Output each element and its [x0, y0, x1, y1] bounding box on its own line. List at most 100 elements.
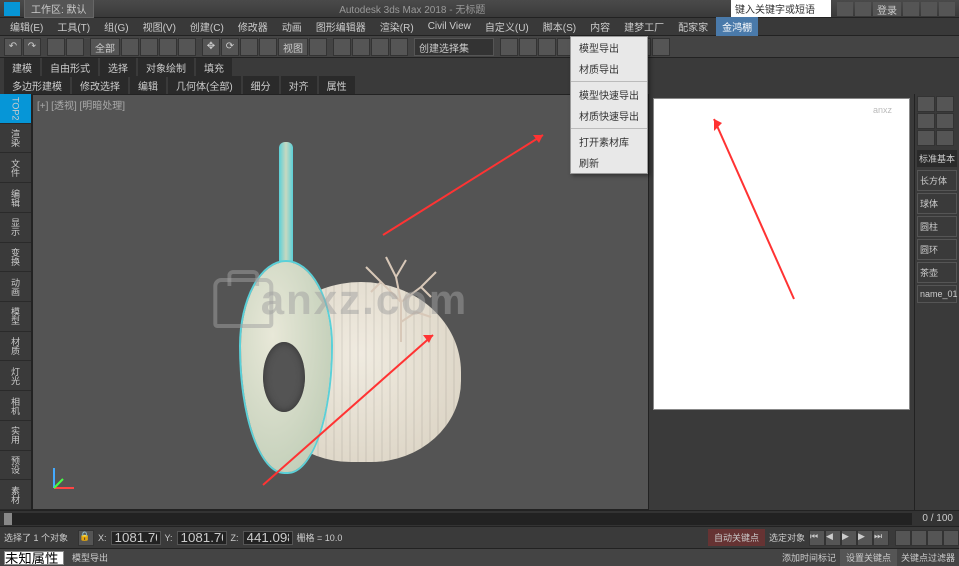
- motion-tab-icon[interactable]: [936, 113, 954, 129]
- sidebar-asset[interactable]: 素材: [0, 480, 31, 510]
- menu-civil-view[interactable]: Civil View: [422, 19, 477, 34]
- ribbon-tab-populate[interactable]: 填充: [196, 58, 232, 77]
- sidebar-camera[interactable]: 相机: [0, 391, 31, 421]
- nav-orbit-button[interactable]: [911, 530, 927, 546]
- menu-modifiers[interactable]: 修改器: [232, 17, 274, 36]
- create-tab-icon[interactable]: [917, 96, 935, 112]
- y-input[interactable]: [177, 531, 227, 545]
- ribbon-sub-geometry[interactable]: 几何体(全部): [168, 76, 241, 95]
- unlink-button[interactable]: [66, 38, 84, 56]
- menu-group[interactable]: 组(G): [98, 17, 134, 36]
- link-button[interactable]: [47, 38, 65, 56]
- play-prev-button[interactable]: ◀: [825, 530, 841, 546]
- rotate-button[interactable]: ⟳: [221, 38, 239, 56]
- menu-edit[interactable]: 编辑(E): [4, 17, 49, 36]
- nav-pan-button[interactable]: [895, 530, 911, 546]
- ref-coord-dropdown[interactable]: 视图: [278, 38, 308, 56]
- hierarchy-tab-icon[interactable]: [917, 113, 935, 129]
- maxscript-input[interactable]: [4, 551, 64, 565]
- play-first-button[interactable]: ⏮: [809, 530, 825, 546]
- play-next-button[interactable]: ▶: [857, 530, 873, 546]
- angle-snap-button[interactable]: [352, 38, 370, 56]
- layers-button[interactable]: [538, 38, 556, 56]
- set-key-button[interactable]: 设置关键点: [840, 549, 897, 566]
- menu-item-open-library[interactable]: 打开素材库: [571, 131, 647, 152]
- add-time-tag-button[interactable]: 添加时间标记: [778, 551, 840, 564]
- sidebar-render[interactable]: 渲染: [0, 124, 31, 154]
- play-button[interactable]: ▶: [841, 530, 857, 546]
- vase-object-selected[interactable]: [241, 142, 331, 482]
- menu-plugin1[interactable]: 建梦工厂: [618, 17, 670, 36]
- timeline[interactable]: 0 / 100: [0, 510, 959, 526]
- create-sphere-button[interactable]: 球体: [917, 193, 957, 214]
- info-icon[interactable]: [837, 2, 853, 16]
- menu-create[interactable]: 创建(C): [184, 17, 230, 36]
- sidebar-transform[interactable]: 变换: [0, 243, 31, 273]
- select-region-button[interactable]: [159, 38, 177, 56]
- selection-filter-label[interactable]: 选定对象: [765, 531, 809, 544]
- ribbon-sub-polymodel[interactable]: 多边形建模: [4, 76, 70, 95]
- key-filter-button[interactable]: 关键点过滤器: [897, 551, 959, 564]
- workspace-selector[interactable]: 工作区: 默认: [24, 0, 94, 18]
- sidebar-animation[interactable]: 动画: [0, 272, 31, 302]
- select-button[interactable]: [121, 38, 139, 56]
- menu-item-export-material[interactable]: 材质导出: [571, 58, 647, 79]
- select-name-button[interactable]: [140, 38, 158, 56]
- ribbon-tab-objectpaint[interactable]: 对象绘制: [138, 58, 194, 77]
- ribbon-sub-align[interactable]: 对齐: [281, 76, 317, 95]
- ribbon-tab-modeling[interactable]: 建模: [4, 58, 40, 77]
- x-input[interactable]: [111, 531, 161, 545]
- menu-customize[interactable]: 自定义(U): [479, 17, 535, 36]
- sidebar-material[interactable]: 材质: [0, 332, 31, 362]
- placement-button[interactable]: [259, 38, 277, 56]
- ribbon-tab-selection[interactable]: 选择: [100, 58, 136, 77]
- menu-content[interactable]: 内容: [584, 17, 616, 36]
- selection-filter-dropdown[interactable]: 全部: [90, 38, 120, 56]
- play-last-button[interactable]: ⏭: [873, 530, 889, 546]
- menu-item-refresh[interactable]: 刷新: [571, 152, 647, 173]
- star-icon[interactable]: [855, 2, 871, 16]
- named-selection-input[interactable]: 创建选择集: [414, 38, 494, 56]
- z-input[interactable]: [243, 531, 293, 545]
- sidebar-edit[interactable]: 编辑: [0, 183, 31, 213]
- menu-item-quick-export-material[interactable]: 材质快速导出: [571, 105, 647, 126]
- utilities-tab-icon[interactable]: [936, 130, 954, 146]
- menu-view[interactable]: 视图(V): [137, 17, 182, 36]
- maximize-icon[interactable]: [921, 2, 937, 16]
- menu-plugin3-open[interactable]: 金鸿棚: [716, 17, 758, 36]
- ribbon-sub-edit[interactable]: 编辑: [130, 76, 166, 95]
- coral-object[interactable]: [341, 242, 461, 342]
- login-button[interactable]: 登录: [873, 2, 901, 16]
- percent-snap-button[interactable]: [371, 38, 389, 56]
- ribbon-tab-freeform[interactable]: 自由形式: [42, 58, 98, 77]
- viewport[interactable]: [+] [透视] [明暗处理] anxz.com: [32, 94, 649, 510]
- timeline-track[interactable]: [4, 513, 912, 525]
- menu-tools[interactable]: 工具(T): [51, 17, 96, 36]
- menu-plugin2[interactable]: 配家家: [672, 17, 714, 36]
- redo-button[interactable]: ↷: [23, 38, 41, 56]
- window-crossing-button[interactable]: [178, 38, 196, 56]
- timeline-marker[interactable]: [4, 513, 12, 525]
- lock-selection-button[interactable]: 🔒: [78, 530, 94, 546]
- create-torus-button[interactable]: 圆环: [917, 239, 957, 260]
- display-tab-icon[interactable]: [917, 130, 935, 146]
- menu-item-quick-export-model[interactable]: 模型快速导出: [571, 84, 647, 105]
- sidebar-top2[interactable]: TOP2: [0, 94, 31, 124]
- create-teapot-button[interactable]: 茶壶: [917, 262, 957, 283]
- close-icon[interactable]: [939, 2, 955, 16]
- sidebar-utility[interactable]: 实用: [0, 421, 31, 451]
- align-button[interactable]: [519, 38, 537, 56]
- spinner-snap-button[interactable]: [390, 38, 408, 56]
- nav-max-button[interactable]: [943, 530, 959, 546]
- menu-animation[interactable]: 动画: [276, 17, 308, 36]
- sidebar-file[interactable]: 文件: [0, 153, 31, 183]
- create-cylinder-button[interactable]: 圆柱: [917, 216, 957, 237]
- undo-button[interactable]: ↶: [4, 38, 22, 56]
- mirror-button[interactable]: [500, 38, 518, 56]
- sidebar-light[interactable]: 灯光: [0, 361, 31, 391]
- modify-tab-icon[interactable]: [936, 96, 954, 112]
- create-box-button[interactable]: 长方体: [917, 170, 957, 191]
- nav-zoom-button[interactable]: [927, 530, 943, 546]
- object-name-field[interactable]: name_01: [917, 285, 957, 303]
- help-search-input[interactable]: 键入关键字或短语: [731, 0, 831, 17]
